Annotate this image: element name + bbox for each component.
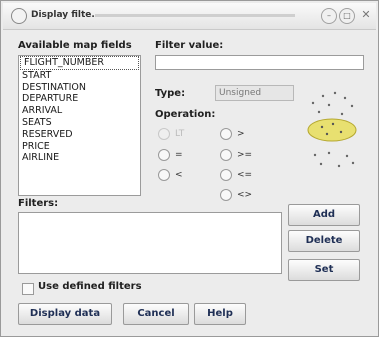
operation-radio-gt[interactable]: > <box>220 128 245 140</box>
operation-radio-lt[interactable]: LT <box>158 128 184 140</box>
operation-radio-less[interactable]: < <box>158 169 183 181</box>
list-item[interactable]: START <box>19 70 140 82</box>
map-fields-list[interactable]: FLIGHT_NUMBER START DESTINATION DEPARTUR… <box>18 55 141 196</box>
list-item[interactable]: DEPARTURE <box>19 93 140 105</box>
radio-label: < <box>175 170 183 180</box>
radio-icon <box>220 169 232 181</box>
use-defined-filters-checkbox[interactable] <box>22 283 34 295</box>
list-item[interactable]: FLIGHT_NUMBER <box>20 56 139 70</box>
delete-button[interactable]: Delete <box>288 230 360 252</box>
operation-label: Operation: <box>155 109 216 120</box>
radio-icon <box>158 128 170 140</box>
radio-icon <box>158 169 170 181</box>
display-data-button[interactable]: Display data <box>18 303 112 325</box>
list-item[interactable]: ARRIVAL <box>19 105 140 117</box>
radio-icon <box>220 149 232 161</box>
maximize-icon[interactable]: □ <box>339 8 355 24</box>
window-title: Display filte... <box>31 10 102 20</box>
title-bar: Display filte... – □ ✕ <box>3 3 376 30</box>
window-menu-icon[interactable] <box>11 8 27 24</box>
filter-value-input[interactable] <box>155 55 364 70</box>
filter-illustration-icon <box>307 91 357 168</box>
filters-label: Filters: <box>18 198 59 209</box>
radio-icon <box>220 128 232 140</box>
dialog-window: Display filte... – □ ✕ Available map fie… <box>0 0 379 337</box>
radio-label: = <box>175 150 183 160</box>
operation-radio-gte[interactable]: >= <box>220 149 252 161</box>
title-bar-stripe <box>95 14 295 17</box>
radio-label: <> <box>237 190 253 200</box>
close-icon[interactable]: ✕ <box>359 8 373 22</box>
help-button[interactable]: Help <box>194 303 246 325</box>
operation-radio-neq[interactable]: <> <box>220 189 252 201</box>
list-item[interactable]: SEATS <box>19 117 140 129</box>
radio-icon <box>220 189 232 201</box>
list-item[interactable]: AIRLINE <box>19 152 140 164</box>
operation-radio-lte[interactable]: <= <box>220 169 252 181</box>
radio-label: <= <box>237 170 253 180</box>
operation-radio-eq[interactable]: = <box>158 149 183 161</box>
set-button[interactable]: Set <box>288 259 360 281</box>
radio-label: > <box>237 129 245 139</box>
radio-label: LT <box>175 129 185 139</box>
add-button[interactable]: Add <box>288 204 360 226</box>
type-field: Unsigned <box>215 85 294 101</box>
filters-list[interactable] <box>18 212 282 274</box>
minimize-icon[interactable]: – <box>321 8 337 24</box>
radio-label: >= <box>237 150 253 160</box>
list-item[interactable]: PRICE <box>19 141 140 153</box>
list-item[interactable]: RESERVED <box>19 129 140 141</box>
use-defined-filters-label: Use defined filters <box>38 281 142 292</box>
type-label: Type: <box>155 88 186 99</box>
filter-value-label: Filter value: <box>155 40 224 51</box>
radio-icon <box>158 149 170 161</box>
cancel-button[interactable]: Cancel <box>123 303 189 325</box>
available-fields-label: Available map fields <box>18 40 132 51</box>
list-item[interactable]: DESTINATION <box>19 82 140 94</box>
